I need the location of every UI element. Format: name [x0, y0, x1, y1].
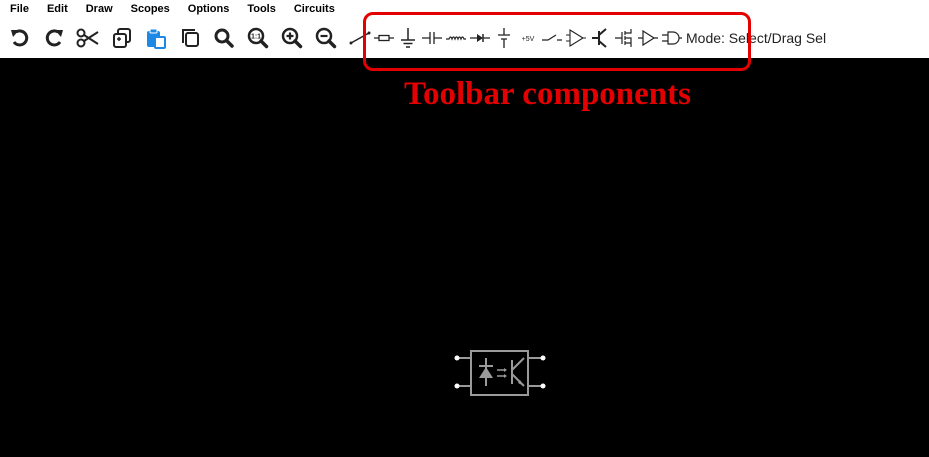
- diode-icon: [470, 34, 490, 42]
- mode-status: Mode: Select/Drag Sel: [686, 30, 827, 46]
- copy-button[interactable]: [106, 22, 138, 54]
- diode-button[interactable]: [468, 22, 492, 54]
- zoom-in-icon: [281, 27, 303, 49]
- opamp-icon: [566, 29, 586, 47]
- buffer-icon: [638, 29, 658, 47]
- voltage-source-icon: [498, 28, 510, 48]
- rail-label: +5V: [522, 36, 535, 43]
- optocoupler-element[interactable]: [452, 348, 548, 403]
- switch-icon: [542, 34, 562, 41]
- undo-button[interactable]: [4, 22, 36, 54]
- resistor-icon: [374, 34, 394, 42]
- inductor-button[interactable]: [444, 22, 468, 54]
- paste-icon: [147, 28, 166, 49]
- ground-icon: [401, 28, 415, 48]
- annotation-label: Toolbar components: [404, 76, 691, 112]
- menu-bar: File Edit Draw Scopes Options Tools Circ…: [0, 0, 929, 18]
- menu-edit[interactable]: Edit: [37, 0, 76, 18]
- optocoupler-icon: [454, 350, 546, 396]
- zoom-100-icon: 1:1: [247, 27, 269, 49]
- paste-button[interactable]: [140, 22, 172, 54]
- logic-gate-button[interactable]: [660, 22, 684, 54]
- rail-plus5v-button[interactable]: +5V: [516, 22, 540, 54]
- ground-button[interactable]: [396, 22, 420, 54]
- menu-draw[interactable]: Draw: [76, 0, 121, 18]
- mosfet-icon: [615, 29, 632, 47]
- redo-button[interactable]: [38, 22, 70, 54]
- wire-button[interactable]: [348, 22, 372, 54]
- zoom-search-button[interactable]: [208, 22, 240, 54]
- redo-icon: [45, 29, 63, 47]
- duplicate-icon: [182, 29, 199, 47]
- voltage-source-button[interactable]: [492, 22, 516, 54]
- menu-tools[interactable]: Tools: [237, 0, 284, 18]
- rail-plus5v-icon: +5V: [522, 36, 535, 43]
- zoom-in-button[interactable]: [276, 22, 308, 54]
- opamp-button[interactable]: [564, 22, 588, 54]
- menu-circuits[interactable]: Circuits: [284, 0, 343, 18]
- zoom-out-button[interactable]: [310, 22, 342, 54]
- buffer-button[interactable]: [636, 22, 660, 54]
- resistor-button[interactable]: [372, 22, 396, 54]
- inductor-icon: [446, 36, 466, 41]
- switch-button[interactable]: [540, 22, 564, 54]
- menu-scopes[interactable]: Scopes: [121, 0, 178, 18]
- zoom-search-icon: [214, 28, 234, 48]
- wire-icon: [349, 31, 371, 45]
- menu-file[interactable]: File: [0, 0, 37, 18]
- copy-icon: [113, 28, 131, 48]
- npn-transistor-button[interactable]: [588, 22, 612, 54]
- zoom-100-button[interactable]: 1:1: [242, 22, 274, 54]
- cut-button[interactable]: [72, 22, 104, 54]
- undo-icon: [11, 29, 29, 47]
- duplicate-button[interactable]: [174, 22, 206, 54]
- mosfet-button[interactable]: [612, 22, 636, 54]
- cut-icon: [76, 28, 99, 48]
- npn-transistor-icon: [592, 28, 607, 48]
- zoom-out-icon: [315, 27, 337, 49]
- menu-options[interactable]: Options: [178, 0, 238, 18]
- zoom-100-label: 1:1: [251, 34, 261, 41]
- logic-gate-icon: [662, 31, 682, 45]
- capacitor-button[interactable]: [420, 22, 444, 54]
- toolbar: 1:1 +5V Mode: Select/Drag Sel: [0, 18, 929, 58]
- capacitor-icon: [422, 32, 442, 44]
